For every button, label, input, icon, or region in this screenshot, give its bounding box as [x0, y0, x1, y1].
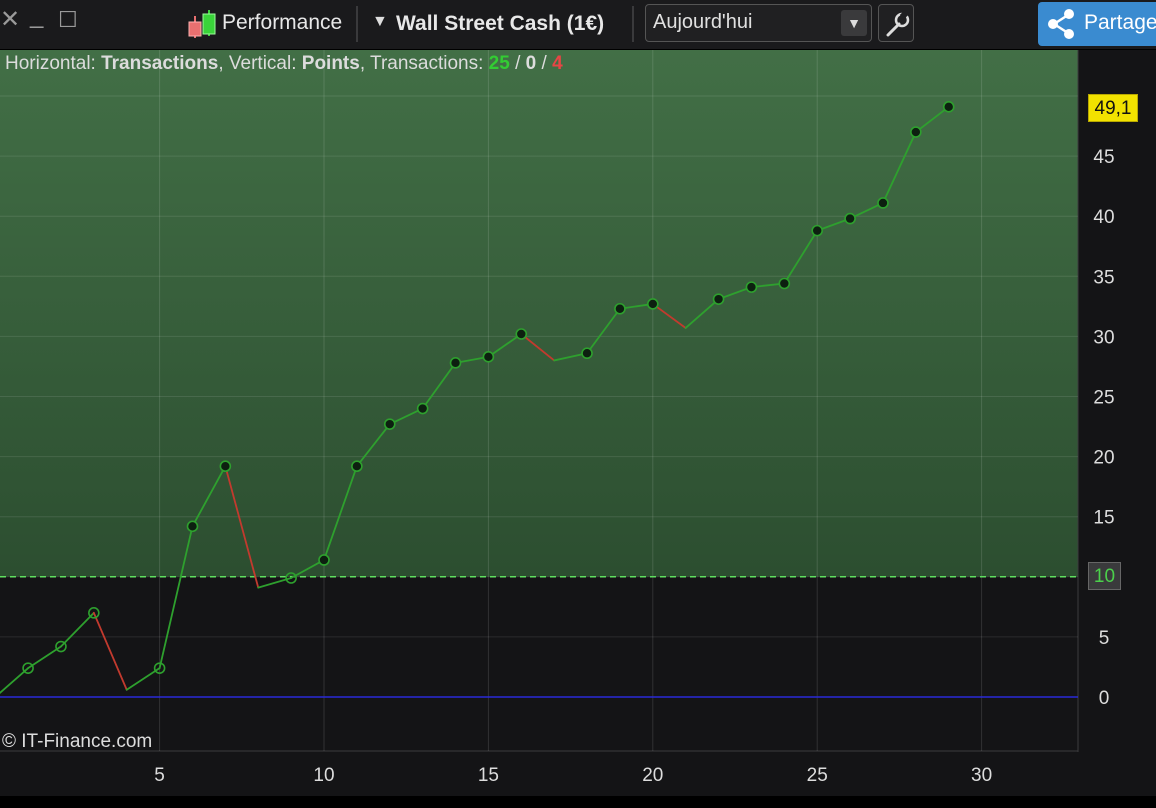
y-tick-label: 40: [1093, 207, 1114, 228]
transactions-label: Transactions:: [370, 53, 484, 74]
y-tick-label: 20: [1093, 448, 1114, 469]
chevron-down-icon[interactable]: ▼: [372, 13, 388, 31]
count-separator: /: [515, 53, 521, 74]
trade-marker: [614, 302, 626, 315]
trade-marker: [383, 418, 396, 430]
trade-marker: [942, 101, 955, 113]
trade-marker: [646, 298, 659, 310]
toolbar-divider: [356, 6, 358, 42]
y-tick-label: 0: [1099, 688, 1110, 709]
y-tick-label: 15: [1093, 508, 1114, 529]
trade-marker: [712, 293, 725, 305]
period-select-value: Aujourd'hui: [653, 11, 753, 33]
maximize-icon[interactable]: ☐: [58, 6, 78, 34]
x-tick-label: 25: [807, 765, 828, 786]
trade-marker: [515, 328, 528, 340]
trade-marker: [186, 520, 199, 533]
wrench-icon: [886, 10, 910, 37]
vertical-value: Points: [301, 53, 360, 74]
trade-marker: [581, 347, 593, 360]
toolbar: ✕ _ ☐ Performance ▼ Wall Street Cash (1€…: [0, 0, 1156, 50]
share-button[interactable]: Partager: [1038, 2, 1156, 46]
settings-button[interactable]: [878, 4, 914, 42]
horizontal-label: Horizontal:: [5, 53, 96, 74]
trade-marker: [482, 351, 495, 363]
chevron-down-icon[interactable]: ▼: [841, 10, 867, 36]
close-icon[interactable]: ✕: [0, 6, 20, 34]
losing-trades-count: 4: [552, 53, 563, 74]
trade-marker: [910, 126, 922, 138]
x-tick-label: 5: [154, 765, 165, 786]
instrument-selector[interactable]: Wall Street Cash (1€): [396, 12, 604, 36]
candlestick-icon: [188, 10, 216, 38]
performance-chart[interactable]: 5 10 15 20 25 30 0515202530354045: [0, 50, 1156, 796]
trade-marker: [811, 224, 824, 237]
count-separator: /: [541, 53, 547, 74]
minimize-icon[interactable]: _: [30, 2, 43, 30]
winning-trades-count: 25: [488, 53, 510, 74]
reference-value-badge: 10: [1088, 562, 1121, 590]
trade-marker: [877, 197, 889, 209]
trade-marker: [351, 460, 363, 473]
x-tick-label: 15: [478, 765, 499, 786]
x-tick-label: 20: [642, 765, 663, 786]
horizontal-value: Transactions: [101, 53, 219, 74]
y-tick-label: 45: [1093, 147, 1114, 168]
trade-marker: [844, 212, 856, 225]
trade-marker: [318, 554, 330, 566]
share-button-label: Partager: [1084, 11, 1156, 34]
y-tick-label: 25: [1093, 388, 1114, 409]
performance-tool-button[interactable]: Performance: [222, 11, 342, 35]
neutral-trades-count: 0: [525, 53, 537, 74]
trade-marker: [416, 402, 429, 415]
toolbar-divider: [632, 6, 634, 42]
x-tick-label: 10: [313, 765, 334, 786]
y-tick-label: 5: [1099, 628, 1110, 649]
trade-marker: [778, 277, 791, 290]
y-tick-label: 35: [1093, 267, 1114, 288]
copyright-text: © IT-Finance.com: [2, 731, 153, 752]
vertical-label: Vertical:: [228, 53, 297, 74]
trade-marker: [219, 460, 232, 473]
bottom-strip: [0, 796, 1156, 808]
x-tick-label: 30: [971, 765, 992, 786]
share-icon: [1048, 9, 1074, 39]
last-value-badge: 49,1: [1088, 94, 1138, 122]
trade-marker: [745, 281, 758, 293]
chart-info: Horizontal: Transactions, Vertical: Poin…: [5, 53, 563, 74]
period-select[interactable]: Aujourd'hui ▼: [645, 4, 872, 42]
trade-marker: [449, 357, 462, 369]
y-tick-label: 30: [1093, 327, 1114, 348]
